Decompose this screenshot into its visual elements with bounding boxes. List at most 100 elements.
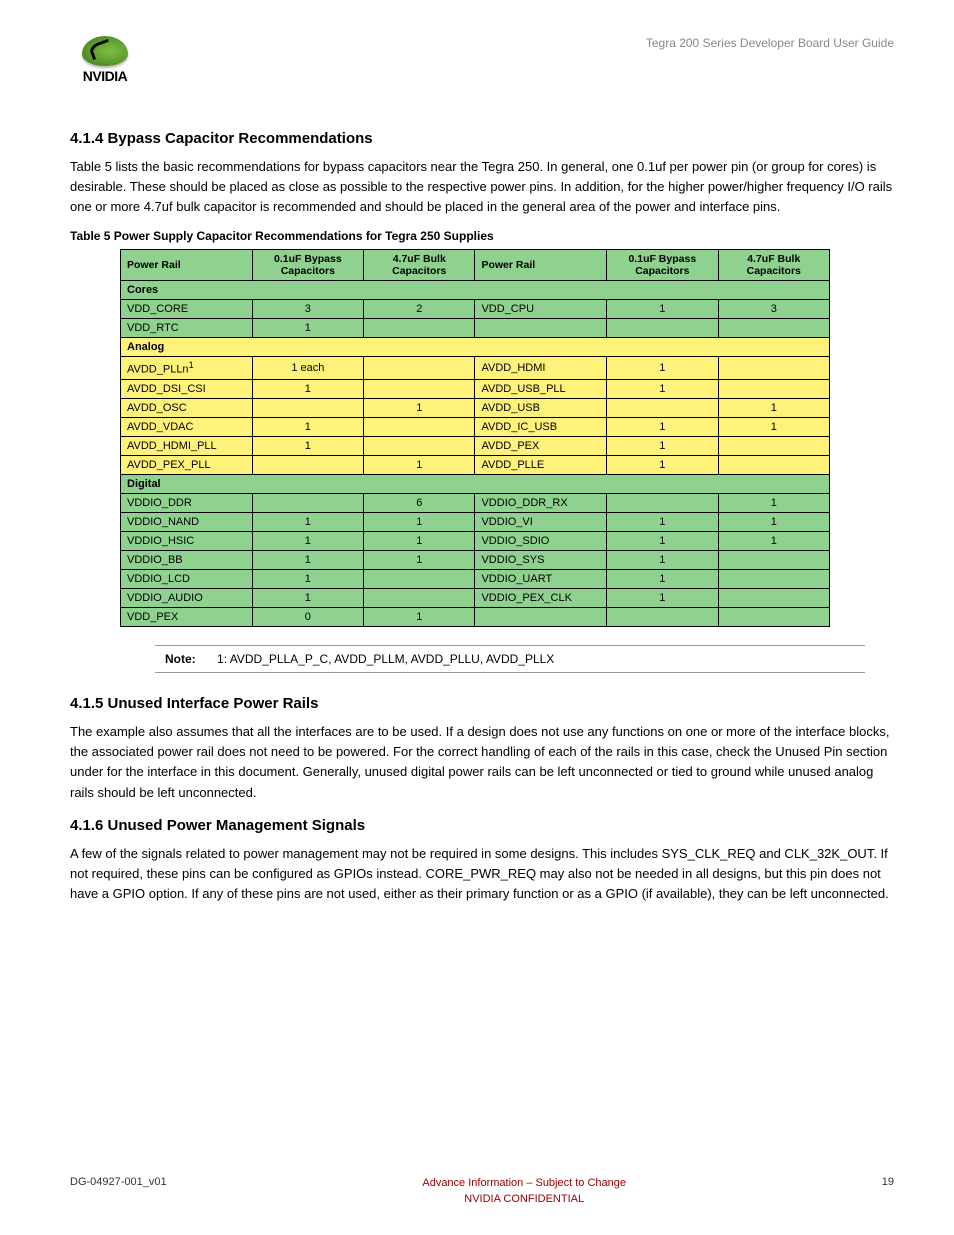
footer-doc-id: DG-04927-001_v01 [70,1176,167,1188]
cell: 1 [364,399,475,418]
cell [364,437,475,456]
group-digital: Digital [121,475,830,494]
table-row: AVDD_PEX_PLL 1 AVDD_PLLE 1 [121,456,830,475]
th-bulk-1: 4.7uF Bulk Capacitors [364,250,475,281]
cell: VDD_CORE [121,300,253,319]
cell: VDDIO_DDR [121,494,253,513]
cell: AVDD_PLLn1 [121,357,253,380]
cell [718,589,829,608]
cell [364,418,475,437]
table-row: AVDD_HDMI_PLL 1 AVDD_PEX 1 [121,437,830,456]
group-analog-label: Analog [121,338,830,357]
table-row: VDDIO_AUDIO 1 VDDIO_PEX_CLK 1 [121,589,830,608]
cell [364,319,475,338]
th-bypass-2: 0.1uF Bypass Capacitors [607,250,718,281]
cell [607,608,718,627]
cell: AVDD_PLLE [475,456,607,475]
table-row: AVDD_OSC 1 AVDD_USB 1 [121,399,830,418]
table-row: VDDIO_DDR 6 VDDIO_DDR_RX 1 [121,494,830,513]
cell: 1 [364,456,475,475]
table-row: AVDD_DSI_CSI 1 AVDD_USB_PLL 1 [121,380,830,399]
cell [252,494,363,513]
cell: 1 [607,357,718,380]
group-digital-label: Digital [121,475,830,494]
cell: 1 [252,589,363,608]
cell [718,608,829,627]
cell: 1 [607,551,718,570]
cell [364,357,475,380]
cell: VDD_RTC [121,319,253,338]
heading-4-1-5: 4.1.5 Unused Interface Power Rails [70,695,894,712]
cell: 1 [607,437,718,456]
cell: VDDIO_PEX_CLK [475,589,607,608]
footer-page-number: 19 [882,1176,894,1188]
cell: AVDD_USB_PLL [475,380,607,399]
cell [475,608,607,627]
cell: 1 [364,608,475,627]
cell: 1 [718,399,829,418]
cell [718,551,829,570]
cell: 1 [252,513,363,532]
cell: AVDD_PEX [475,437,607,456]
th-rail-1: Power Rail [121,250,253,281]
note-label: Note: [165,652,196,666]
th-rail-2: Power Rail [475,250,607,281]
cell: VDDIO_HSIC [121,532,253,551]
footer-line-2: NVIDIA CONFIDENTIAL [464,1193,584,1205]
cell: 3 [252,300,363,319]
cell [718,380,829,399]
cell: 1 [252,532,363,551]
table-row: AVDD_PLLn1 1 each AVDD_HDMI 1 [121,357,830,380]
cell: 1 [252,319,363,338]
table-row: AVDD_VDAC 1 AVDD_IC_USB 1 1 [121,418,830,437]
cell: AVDD_HDMI_PLL [121,437,253,456]
cell: 6 [364,494,475,513]
cell [607,319,718,338]
cell: VDD_CPU [475,300,607,319]
cell: AVDD_VDAC [121,418,253,437]
page-header: NVIDIA Tegra 200 Series Developer Board … [70,30,894,90]
cell: VDD_PEX [121,608,253,627]
table-row: VDD_CORE 3 2 VDD_CPU 1 3 [121,300,830,319]
cell: 1 [364,532,475,551]
cell: 1 [252,437,363,456]
cell: 1 [607,456,718,475]
cell: AVDD_HDMI [475,357,607,380]
cell: 3 [718,300,829,319]
cell [364,570,475,589]
cell: VDDIO_DDR_RX [475,494,607,513]
cell: 1 [718,513,829,532]
cell: 1 each [252,357,363,380]
cell [475,319,607,338]
cell: 1 [607,589,718,608]
cell: VDDIO_AUDIO [121,589,253,608]
cell [607,399,718,418]
heading-4-1-6: 4.1.6 Unused Power Management Signals [70,817,894,834]
cell: VDDIO_NAND [121,513,253,532]
table-header-row: Power Rail 0.1uF Bypass Capacitors 4.7uF… [121,250,830,281]
cell: 1 [718,494,829,513]
cell: 1 [252,380,363,399]
nvidia-swirl-icon [82,36,128,66]
note-text: 1: AVDD_PLLA_P_C, AVDD_PLLM, AVDD_PLLU, … [217,652,554,666]
cell: AVDD_OSC [121,399,253,418]
group-analog: Analog [121,338,830,357]
table-row: VDDIO_HSIC 1 1 VDDIO_SDIO 1 1 [121,532,830,551]
th-bypass-1: 0.1uF Bypass Capacitors [252,250,363,281]
cell [718,456,829,475]
cell [718,437,829,456]
footer-center: Advance Information – Subject to Change … [422,1176,626,1207]
cell: 2 [364,300,475,319]
page-footer: DG-04927-001_v01 Advance Information – S… [0,1176,954,1207]
cell [364,589,475,608]
cell: 1 [364,551,475,570]
cell: 1 [607,380,718,399]
cell: 1 [718,532,829,551]
table-5: Power Rail 0.1uF Bypass Capacitors 4.7uF… [120,249,830,627]
cell: AVDD_USB [475,399,607,418]
cell: 1 [607,532,718,551]
cell [364,380,475,399]
doc-title: Tegra 200 Series Developer Board User Gu… [646,36,894,50]
table-row: VDDIO_NAND 1 1 VDDIO_VI 1 1 [121,513,830,532]
group-cores: Cores [121,281,830,300]
